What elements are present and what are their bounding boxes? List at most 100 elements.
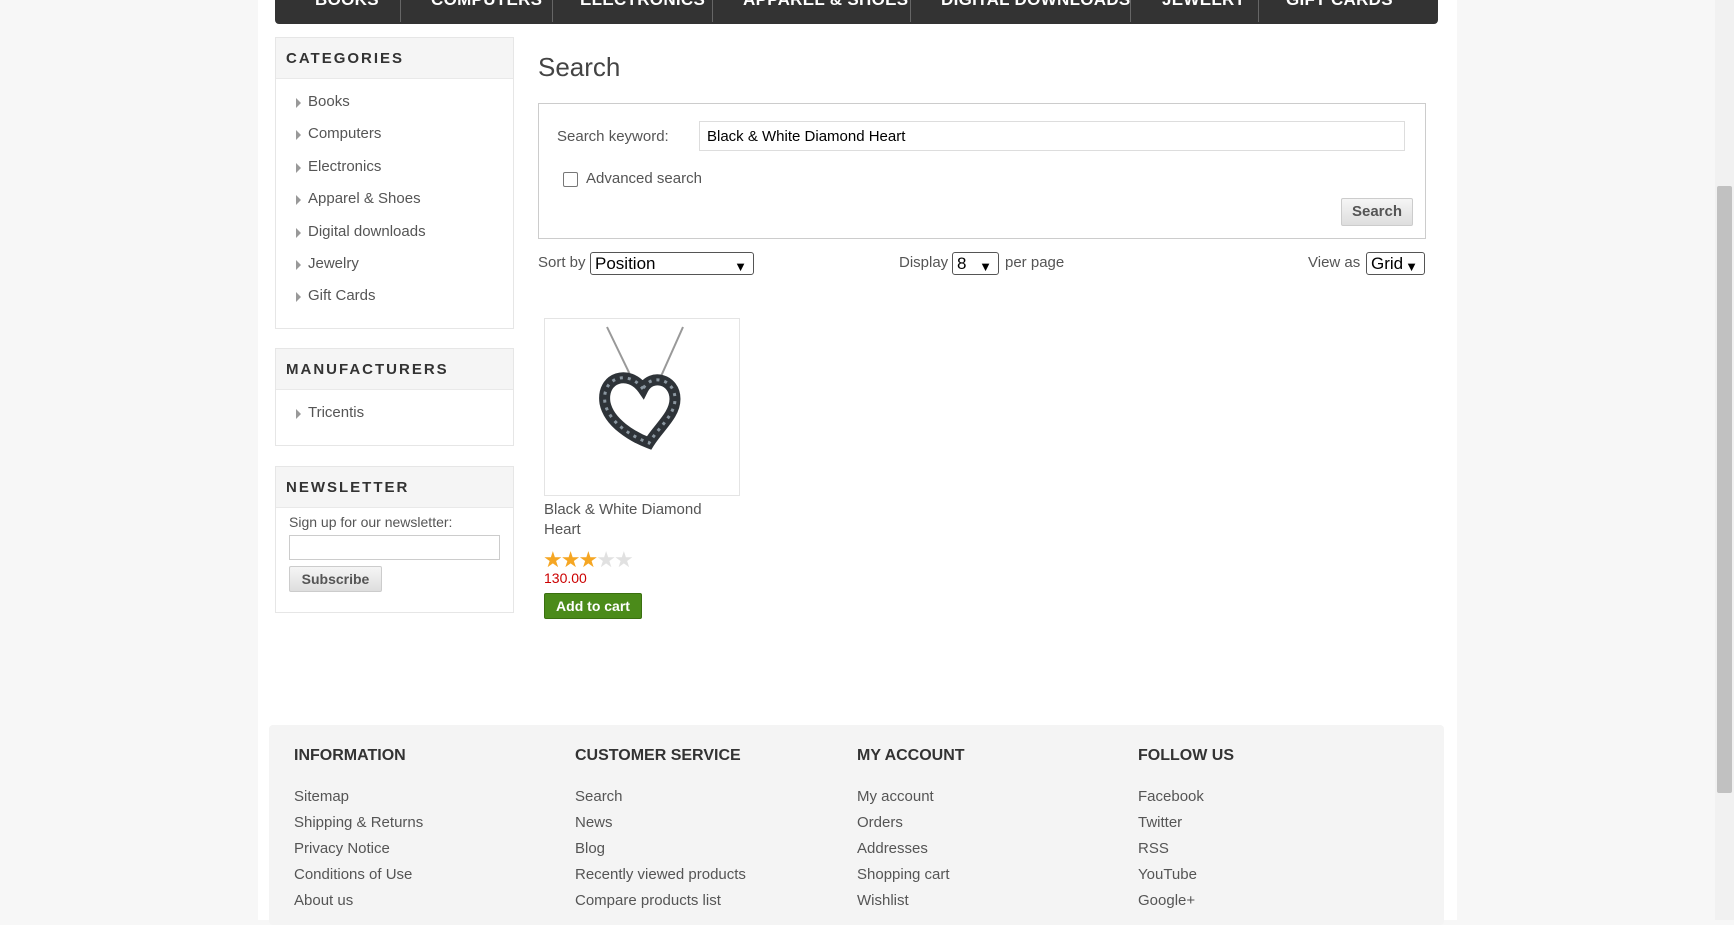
view-select[interactable]: Grid ▼ <box>1366 252 1425 275</box>
advanced-search-label[interactable]: Advanced search <box>586 170 702 187</box>
category-label: Jewelry <box>308 254 359 272</box>
menu-separator <box>910 0 911 22</box>
footer-link[interactable]: Google+ <box>1138 888 1234 914</box>
footer-column-title: MY ACCOUNT <box>857 747 965 764</box>
category-computers[interactable]: Computers <box>276 121 513 153</box>
footer-customer-service: CUSTOMER SERVICE Search News Blog Recent… <box>575 747 746 914</box>
search-keyword-label: Search keyword: <box>557 128 669 145</box>
newsletter-title: NEWSLETTER <box>276 467 513 508</box>
category-apparel-shoes[interactable]: Apparel & Shoes <box>276 186 513 218</box>
footer-link[interactable]: Shopping cart <box>857 862 965 888</box>
menu-apparel-shoes[interactable]: APPAREL & SHOES <box>743 0 908 10</box>
categories-title: CATEGORIES <box>276 38 513 79</box>
arrow-right-icon <box>296 409 301 419</box>
footer-link[interactable]: Twitter <box>1138 810 1234 836</box>
menu-separator <box>1130 0 1131 22</box>
footer-column-title: CUSTOMER SERVICE <box>575 747 741 764</box>
product-image[interactable] <box>544 318 740 496</box>
footer-column-title: FOLLOW US <box>1138 747 1234 764</box>
footer-link[interactable]: Wishlist <box>857 888 965 914</box>
footer-link[interactable]: Addresses <box>857 836 965 862</box>
menu-digital-downloads[interactable]: DIGITAL DOWNLOADS <box>941 0 1131 10</box>
category-digital-downloads[interactable]: Digital downloads <box>276 219 513 251</box>
menu-books[interactable]: BOOKS <box>315 0 379 10</box>
arrow-right-icon <box>296 227 301 238</box>
footer-link[interactable]: Conditions of Use <box>294 862 423 888</box>
chevron-down-icon: ▼ <box>979 259 992 274</box>
newsletter-email-input[interactable] <box>289 535 500 560</box>
menu-electronics[interactable]: ELECTRONICS <box>580 0 705 10</box>
chevron-down-icon: ▼ <box>1405 259 1418 274</box>
star-empty-icon: ★ <box>613 547 634 572</box>
view-as-label: View as <box>1308 254 1361 271</box>
footer-link[interactable]: Blog <box>575 836 746 862</box>
menu-jewelry[interactable]: JEWELRY <box>1162 0 1246 10</box>
category-label: Apparel & Shoes <box>308 190 421 208</box>
search-keyword-input[interactable]: Black & White Diamond Heart <box>699 121 1405 151</box>
add-to-cart-button[interactable]: Add to cart <box>544 593 642 619</box>
categories-block: CATEGORIES Books Computers Electronics A… <box>275 37 514 329</box>
category-label: Books <box>308 93 350 110</box>
view-value: Grid <box>1371 254 1404 273</box>
manufacturer-label: Tricentis <box>308 404 365 421</box>
footer-link[interactable]: Sitemap <box>294 784 423 810</box>
menu-gift-cards[interactable]: GIFT CARDS <box>1286 0 1393 10</box>
footer-link[interactable]: Compare products list <box>575 888 746 914</box>
footer-follow-us: FOLLOW US Facebook Twitter RSS YouTube G… <box>1138 747 1234 914</box>
sort-value: Position <box>595 254 656 273</box>
footer-link[interactable]: Search <box>575 784 746 810</box>
page-title: Search <box>538 52 621 82</box>
sort-label: Sort by <box>538 254 586 271</box>
category-label: Digital downloads <box>308 222 426 240</box>
footer-my-account: MY ACCOUNT My account Orders Addresses S… <box>857 747 965 914</box>
category-books[interactable]: Books <box>276 89 513 121</box>
category-gift-cards[interactable]: Gift Cards <box>276 283 513 315</box>
footer-link[interactable]: Recently viewed products <box>575 862 746 888</box>
manufacturer-tricentis[interactable]: Tricentis <box>276 400 513 432</box>
category-label: Computers <box>308 125 382 143</box>
advanced-search-checkbox[interactable] <box>563 172 578 187</box>
footer-link[interactable]: My account <box>857 784 965 810</box>
vertical-scrollbar[interactable] <box>1715 0 1734 920</box>
display-value: 8 <box>957 254 967 273</box>
footer-link[interactable]: Shipping & Returns <box>294 810 423 836</box>
footer-link[interactable]: About us <box>294 888 423 914</box>
arrow-right-icon <box>296 162 301 173</box>
product-price: 130.00 <box>544 570 587 586</box>
subscribe-button[interactable]: Subscribe <box>289 566 382 592</box>
product-title[interactable]: Black & White Diamond Heart <box>544 500 734 540</box>
newsletter-label: Sign up for our newsletter: <box>289 514 453 530</box>
arrow-right-icon <box>296 130 301 141</box>
footer-information: INFORMATION Sitemap Shipping & Returns P… <box>294 747 423 914</box>
star-filled-icon: ★ <box>560 547 581 572</box>
footer-link[interactable]: Orders <box>857 810 965 836</box>
arrow-right-icon <box>296 195 301 206</box>
sort-select[interactable]: Position ▼ <box>590 252 754 275</box>
footer-link[interactable]: YouTube <box>1138 862 1234 888</box>
arrow-right-icon <box>296 259 301 270</box>
category-jewelry[interactable]: Jewelry <box>276 251 513 283</box>
footer-link[interactable]: RSS <box>1138 836 1234 862</box>
arrow-right-icon <box>296 292 301 303</box>
heart-pendant-image <box>599 326 684 450</box>
top-menu: BOOKS COMPUTERS ELECTRONICS APPAREL & SH… <box>275 0 1438 24</box>
display-select[interactable]: 8 ▼ <box>952 252 999 275</box>
footer: INFORMATION Sitemap Shipping & Returns P… <box>269 725 1444 925</box>
footer-link[interactable]: Privacy Notice <box>294 836 423 862</box>
footer-column-title: INFORMATION <box>294 747 406 764</box>
category-electronics[interactable]: Electronics <box>276 154 513 186</box>
search-button[interactable]: Search <box>1341 198 1413 226</box>
scrollbar-thumb[interactable] <box>1717 186 1732 793</box>
display-label: Display <box>899 254 949 271</box>
menu-separator <box>400 0 401 22</box>
manufacturers-list: Tricentis <box>276 390 513 432</box>
footer-link[interactable]: Facebook <box>1138 784 1234 810</box>
star-empty-icon: ★ <box>596 547 616 572</box>
category-label: Electronics <box>308 157 382 175</box>
menu-computers[interactable]: COMPUTERS <box>431 0 542 10</box>
arrow-right-icon <box>296 98 301 108</box>
menu-separator <box>712 0 713 22</box>
categories-list: Books Computers Electronics Apparel & Sh… <box>276 79 513 316</box>
chevron-down-icon: ▼ <box>734 259 747 274</box>
footer-link[interactable]: News <box>575 810 746 836</box>
